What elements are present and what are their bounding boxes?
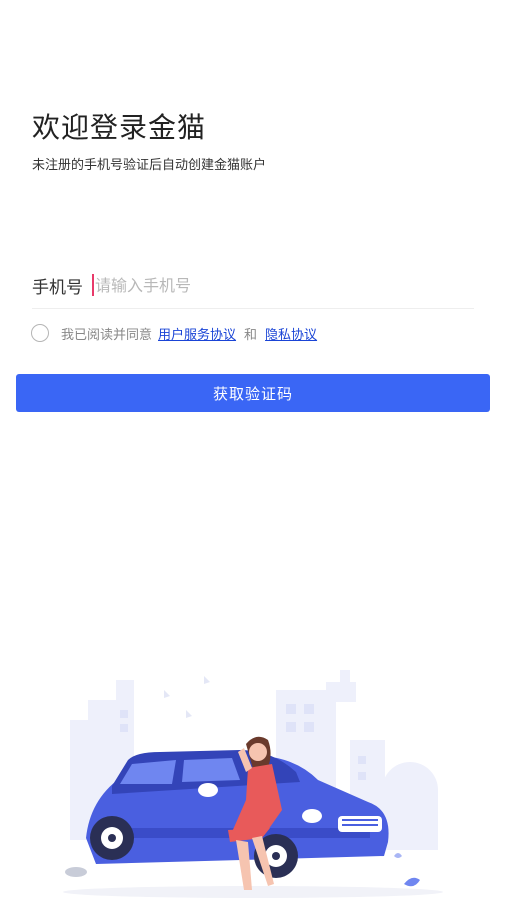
page-title: 欢迎登录金猫 <box>32 111 207 144</box>
login-page: 欢迎登录金猫 未注册的手机号验证后自动创建金猫账户 手机号 我已阅读并同意 用户… <box>0 0 506 900</box>
phone-field-row: 手机号 <box>32 262 474 308</box>
phone-label: 手机号 <box>32 277 83 298</box>
get-code-button[interactable]: 获取验证码 <box>16 374 490 412</box>
phone-input[interactable] <box>95 275 455 295</box>
woman-leaning-on-car-illustration <box>63 670 443 898</box>
page-subtitle: 未注册的手机号验证后自动创建金猫账户 <box>32 158 267 173</box>
agreement-prefix: 我已阅读并同意 <box>61 327 153 343</box>
terms-link[interactable]: 用户服务协议 <box>158 324 236 343</box>
phone-field-divider <box>32 308 474 309</box>
text-caret <box>92 274 94 296</box>
agreement-and: 和 <box>244 327 258 343</box>
privacy-link[interactable]: 隐私协议 <box>265 324 317 343</box>
agreement-checkbox[interactable] <box>31 324 49 342</box>
agreement-row: 我已阅读并同意 用户服务协议 和 隐私协议 <box>31 322 319 344</box>
